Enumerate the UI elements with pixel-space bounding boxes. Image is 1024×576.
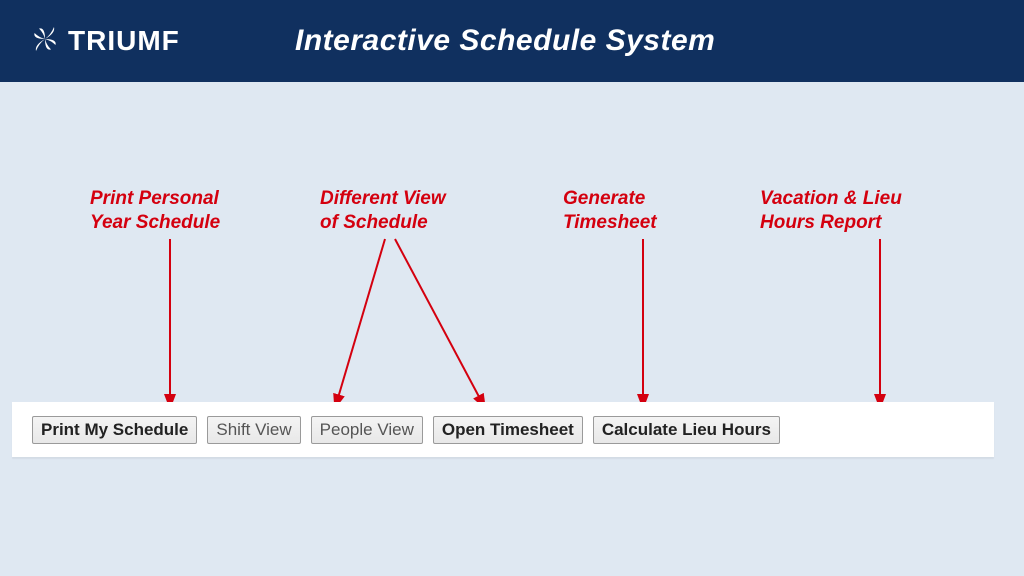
annotation-timesheet: Generate Timesheet	[563, 187, 657, 235]
header-bar: TRIUMF Interactive Schedule System	[0, 0, 1024, 82]
open-timesheet-button[interactable]: Open Timesheet	[433, 416, 583, 444]
brand-text: TRIUMF	[68, 25, 180, 57]
calculate-lieu-hours-button[interactable]: Calculate Lieu Hours	[593, 416, 780, 444]
annotation-views: Different View of Schedule	[320, 187, 446, 235]
page-title: Interactive Schedule System	[295, 24, 715, 58]
toolbar: Print My Schedule Shift View People View…	[12, 402, 994, 457]
slide-canvas: Print Personal Year Schedule Different V…	[0, 82, 1024, 576]
shift-view-button[interactable]: Shift View	[207, 416, 300, 444]
annotation-lieu: Vacation & Lieu Hours Report	[760, 187, 902, 235]
print-my-schedule-button[interactable]: Print My Schedule	[32, 416, 197, 444]
brand-logo: TRIUMF	[30, 24, 180, 59]
pinwheel-icon	[30, 24, 60, 59]
annotation-print: Print Personal Year Schedule	[90, 187, 220, 235]
people-view-button[interactable]: People View	[311, 416, 423, 444]
